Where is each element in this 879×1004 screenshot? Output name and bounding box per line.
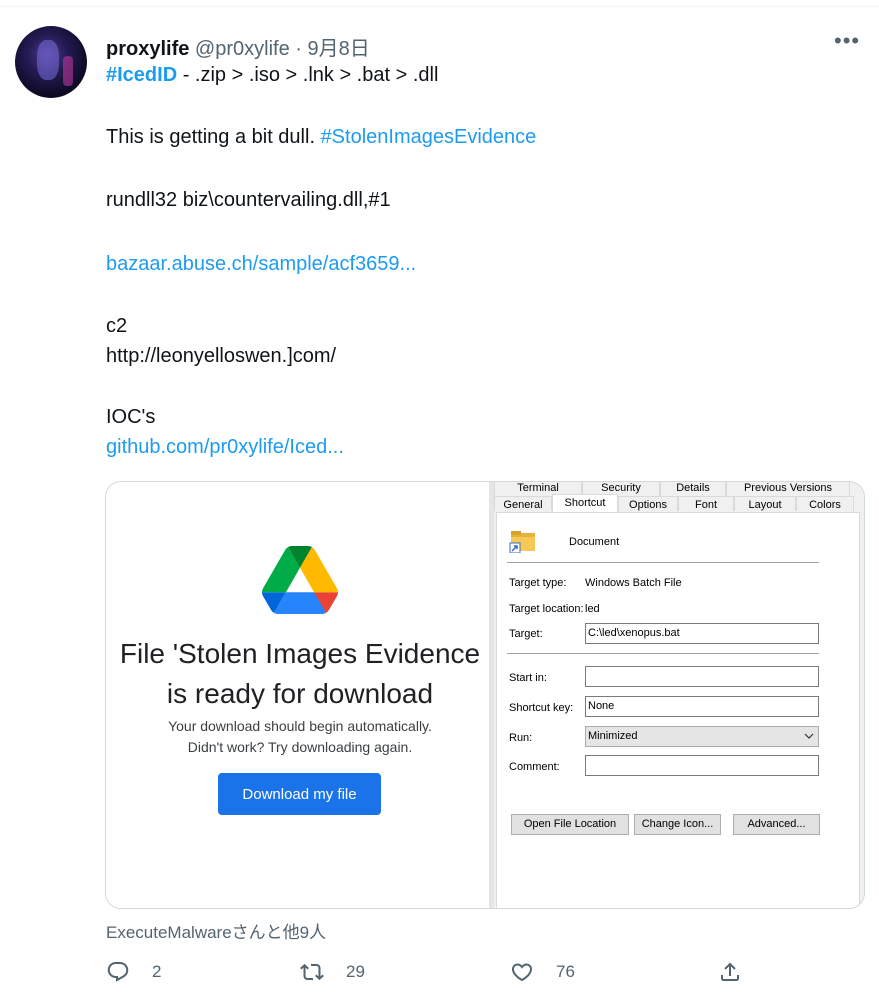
shortcut-folder-icon — [509, 531, 535, 553]
bazaar-link[interactable]: bazaar.abuse.ch/sample/acf3659... — [106, 253, 416, 276]
target-field[interactable]: C:\led\xenopus.bat — [585, 623, 819, 644]
change-icon-button[interactable]: Change Icon... — [634, 814, 721, 835]
tweet-media-image[interactable]: File 'Stolen Images Evidence is ready fo… — [105, 481, 865, 909]
heart-icon — [511, 963, 533, 982]
tweet-header: proxylife @pr0xylife · 9月8日 — [106, 32, 370, 61]
shortcut-key-label: Shortcut key: — [509, 702, 574, 714]
retweet-icon — [300, 963, 324, 981]
target-label: Target: — [509, 628, 543, 640]
reply-action[interactable]: 2 — [106, 960, 161, 984]
tweet-line-c2-url: http://leonyelloswen.]com/ — [106, 345, 337, 367]
retweet-action[interactable]: 29 — [300, 960, 365, 984]
like-count: 76 — [556, 962, 575, 981]
more-options-icon[interactable]: ••• — [834, 28, 860, 54]
reply-count: 2 — [152, 962, 162, 981]
shortcut-tab-panel: Document Target type: Windows Batch File… — [496, 512, 860, 908]
hashtag-stolen-images[interactable]: #StolenImagesEvidence — [321, 126, 537, 148]
download-auto-text: Your download should begin automatically… — [168, 718, 432, 734]
run-select[interactable]: Minimized — [585, 726, 819, 747]
file-title-line-2: is ready for download — [166, 678, 434, 709]
run-label: Run: — [509, 732, 533, 744]
share-action[interactable] — [718, 960, 742, 984]
hashtag-icedid[interactable]: #IcedID — [106, 64, 177, 86]
tab-colors[interactable]: Colors — [796, 496, 854, 511]
separator-2 — [507, 653, 819, 654]
tab-font[interactable]: Font — [678, 496, 734, 511]
start-in-label: Start in: — [509, 672, 547, 684]
avatar[interactable] — [15, 26, 87, 98]
reply-icon — [107, 962, 129, 982]
download-retry-text: Didn't work? Try downloading again. — [187, 739, 413, 755]
target-type-value: Windows Batch File — [585, 577, 682, 589]
retweet-count: 29 — [346, 962, 365, 981]
tweet-line-rundll: rundll32 biz\countervailing.dll,#1 — [106, 189, 391, 211]
tab-row-2: General Shortcut Options Font Layout Col… — [494, 494, 854, 514]
date-separator: · — [289, 38, 308, 60]
target-location-label: Target location: — [509, 603, 584, 615]
like-action[interactable]: 76 — [510, 960, 575, 984]
top-divider — [0, 6, 879, 7]
start-in-field[interactable] — [585, 666, 819, 687]
github-link[interactable]: github.com/pr0xylife/Iced... — [106, 436, 344, 459]
tab-layout[interactable]: Layout — [734, 496, 796, 511]
comment-label: Comment: — [509, 761, 560, 773]
tweet-text-dull: This is getting a bit dull. — [106, 126, 321, 148]
shortcut-name: Document — [569, 536, 620, 548]
drive-download-page: File 'Stolen Images Evidence is ready fo… — [106, 482, 489, 908]
target-type-label: Target type: — [509, 577, 567, 589]
tab-shortcut[interactable]: Shortcut — [552, 494, 618, 514]
separator-1 — [507, 562, 819, 563]
tweet-line-iocs: IOC's — [106, 406, 156, 428]
tab-general[interactable]: General — [494, 496, 552, 511]
shortcut-properties-dialog: Terminal Security Details Previous Versi… — [494, 482, 864, 908]
target-location-value: led — [585, 603, 600, 615]
liked-by-text[interactable]: ExecuteMalwareさんと他9人 — [106, 918, 326, 943]
advanced-button[interactable]: Advanced... — [733, 814, 820, 835]
share-icon — [721, 962, 739, 981]
open-file-location-button[interactable]: Open File Location — [511, 814, 629, 835]
tweet-line-c2: c2 — [106, 315, 128, 337]
tweet-line-2: This is getting a bit dull. #StolenImage… — [106, 126, 536, 149]
tweet-line-1: #IcedID - .zip > .iso > .lnk > .bat > .d… — [106, 64, 438, 87]
infection-chain-text: - .zip > .iso > .lnk > .bat > .dll — [177, 64, 439, 86]
shortcut-key-field[interactable]: None — [585, 696, 819, 717]
tweet-date[interactable]: 9月8日 — [307, 38, 369, 60]
chevron-down-icon — [804, 733, 814, 739]
run-select-value: Minimized — [588, 730, 638, 742]
file-title-line-1: File 'Stolen Images Evidence — [119, 638, 481, 669]
author-name[interactable]: proxylife — [106, 38, 189, 60]
download-my-file-button[interactable]: Download my file — [218, 773, 381, 815]
author-handle[interactable]: @pr0xylife — [195, 38, 290, 60]
tab-options[interactable]: Options — [618, 496, 678, 511]
google-drive-icon — [262, 546, 338, 614]
comment-field[interactable] — [585, 755, 819, 776]
